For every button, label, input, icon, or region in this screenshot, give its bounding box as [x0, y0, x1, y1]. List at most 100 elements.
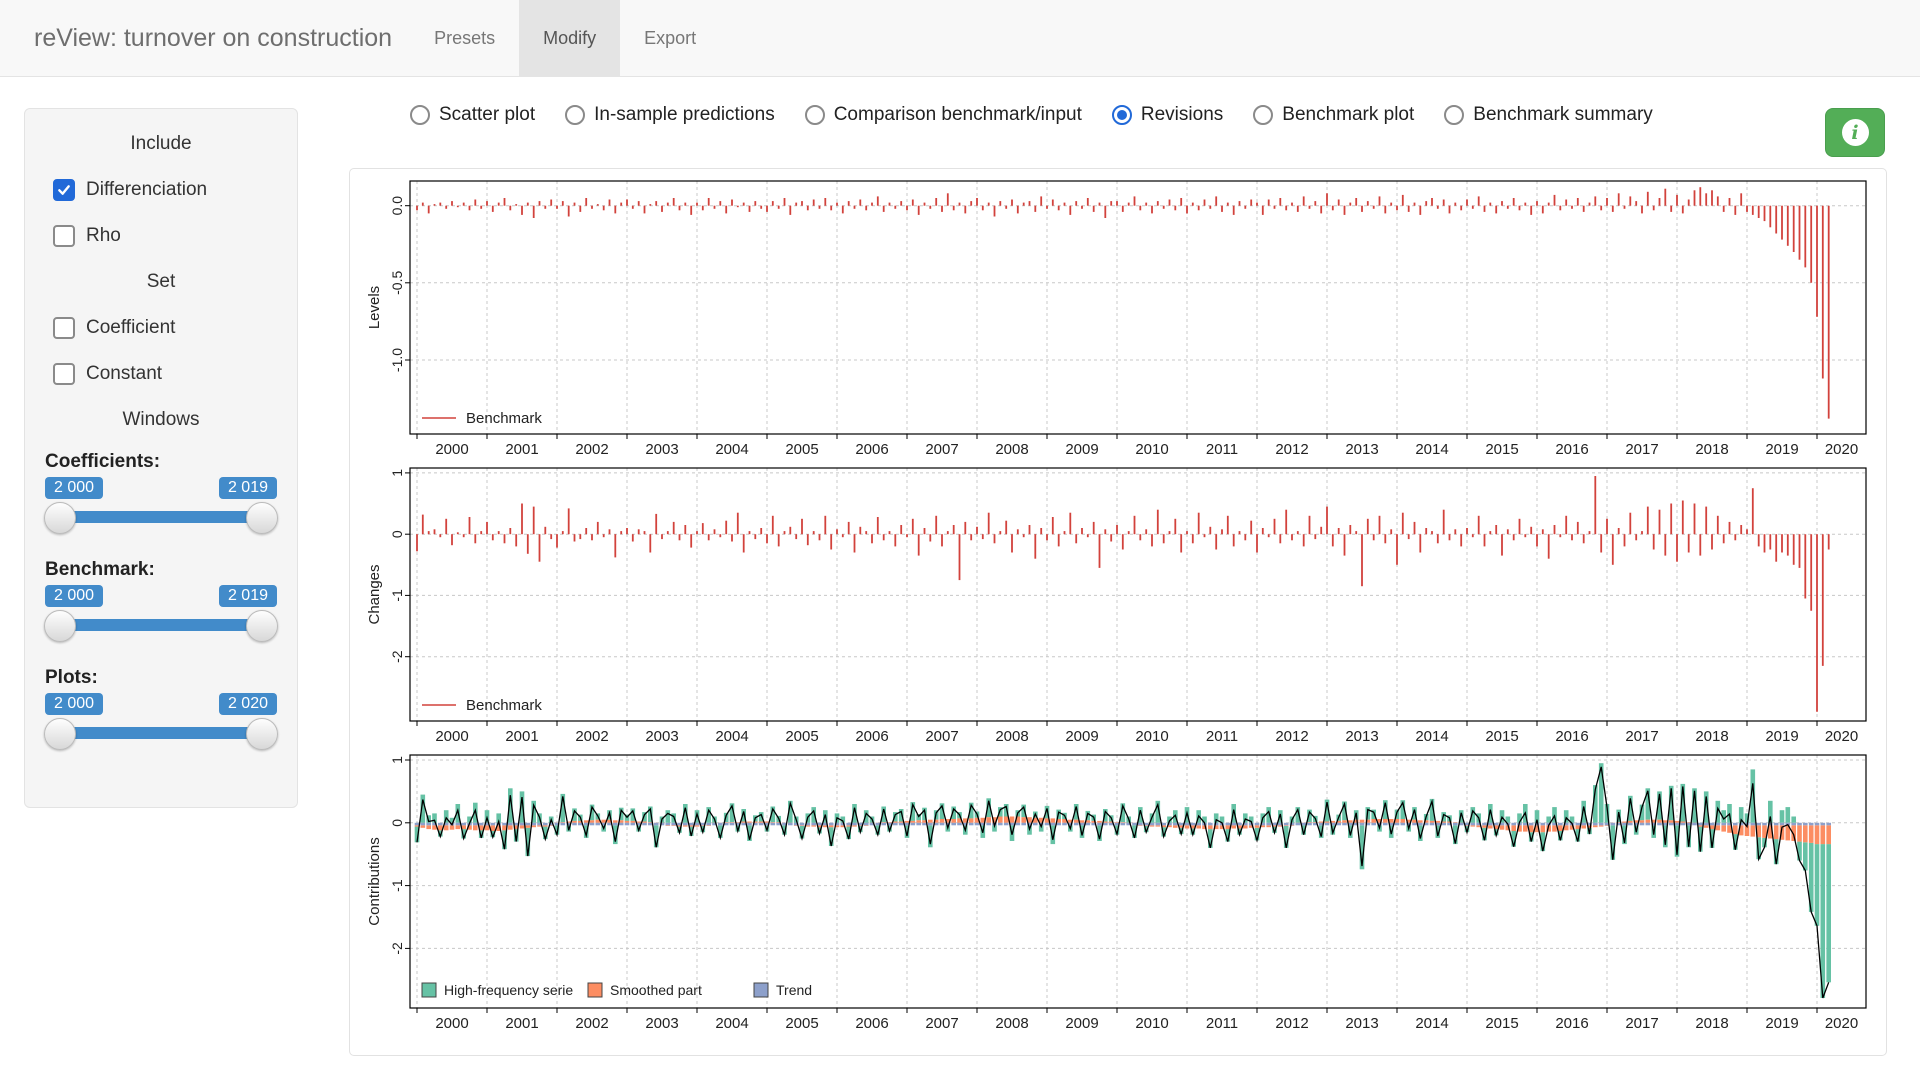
plot-type-selector: Scatter plot In-sample predictions Compa…	[410, 104, 1653, 126]
radio-icon	[565, 105, 585, 125]
radio-icon	[1253, 105, 1273, 125]
slider-active-bar[interactable]	[59, 511, 263, 523]
constant-label: Constant	[86, 363, 162, 385]
checkbox-row-differenciation[interactable]: Differenciation	[53, 179, 277, 201]
svg-text:1: 1	[389, 756, 405, 764]
svg-text:2009: 2009	[1065, 441, 1098, 458]
svg-text:2012: 2012	[1275, 1015, 1308, 1032]
contributions-chart: 2000200120022003200420052006200720082009…	[360, 749, 1876, 1036]
svg-text:2017: 2017	[1625, 1015, 1658, 1032]
plots-to-handle[interactable]	[246, 718, 278, 750]
svg-text:2009: 2009	[1065, 1015, 1098, 1032]
svg-text:2005: 2005	[785, 441, 818, 458]
coefficient-checkbox[interactable]	[53, 317, 75, 339]
svg-text:2003: 2003	[645, 728, 678, 745]
svg-text:2015: 2015	[1485, 1015, 1518, 1032]
radio-in-sample-predictions[interactable]: In-sample predictions	[565, 104, 775, 126]
plots-panel: 2000 2001 2002 2003 2004 2005 2006 2007 2008 2009…	[349, 168, 1887, 1056]
svg-text:-0.5: -0.5	[389, 271, 405, 295]
svg-text:2005: 2005	[785, 728, 818, 745]
svg-text:2006: 2006	[855, 1015, 888, 1032]
svg-text:2018: 2018	[1695, 1015, 1728, 1032]
radio-icon	[1112, 105, 1132, 125]
svg-text:2020: 2020	[1825, 728, 1858, 745]
rho-label: Rho	[86, 225, 121, 247]
benchmark-to-value: 2 019	[219, 585, 277, 607]
svg-text:2012: 2012	[1275, 728, 1308, 745]
checkbox-row-coefficient[interactable]: Coefficient	[53, 317, 277, 339]
svg-text:2020: 2020	[1825, 441, 1858, 458]
windows-heading: Windows	[45, 409, 277, 431]
svg-text:2007: 2007	[925, 1015, 958, 1032]
levels-chart: 2000200120022003200420052006200720082009…	[360, 175, 1876, 462]
svg-text:1: 1	[389, 469, 405, 477]
coefficients-from-handle[interactable]	[44, 502, 76, 534]
svg-text:2018: 2018	[1695, 728, 1728, 745]
svg-text:Benchmark: Benchmark	[466, 410, 542, 427]
svg-text:2006: 2006	[855, 728, 888, 745]
tab-export[interactable]: Export	[620, 0, 720, 76]
svg-text:-2: -2	[389, 942, 405, 955]
svg-text:2005: 2005	[785, 1015, 818, 1032]
plots-from-value: 2 000	[45, 693, 103, 715]
coefficients-range-slider[interactable]: 2 000 2 019	[45, 475, 277, 539]
svg-text:2015: 2015	[1485, 728, 1518, 745]
slider-active-bar[interactable]	[59, 619, 263, 631]
benchmark-range-slider[interactable]: 2 000 2 019	[45, 583, 277, 647]
svg-text:2008: 2008	[995, 441, 1028, 458]
svg-text:2011: 2011	[1206, 441, 1238, 458]
svg-text:2004: 2004	[715, 441, 748, 458]
svg-text:2018: 2018	[1695, 441, 1728, 458]
benchmark-from-handle[interactable]	[44, 610, 76, 642]
svg-text:2000: 2000	[435, 728, 468, 745]
svg-text:2002: 2002	[575, 1015, 608, 1032]
plots-slider-label: Plots:	[45, 667, 277, 689]
plots-to-value: 2 020	[219, 693, 277, 715]
svg-text:2010: 2010	[1135, 441, 1168, 458]
svg-text:2017: 2017	[1625, 441, 1658, 458]
svg-text:2002: 2002	[575, 441, 608, 458]
svg-text:0.0: 0.0	[389, 196, 405, 216]
constant-checkbox[interactable]	[53, 363, 75, 385]
svg-text:2014: 2014	[1415, 728, 1448, 745]
radio-revisions[interactable]: Revisions	[1112, 104, 1223, 126]
plots-range-slider[interactable]: 2 000 2 020	[45, 691, 277, 755]
changes-chart: 2000200120022003200420052006200720082009…	[360, 462, 1876, 749]
radio-icon	[1444, 105, 1464, 125]
rho-checkbox[interactable]	[53, 225, 75, 247]
coefficients-to-handle[interactable]	[246, 502, 278, 534]
svg-text:2008: 2008	[995, 728, 1028, 745]
svg-text:2010: 2010	[1135, 728, 1168, 745]
svg-text:-1: -1	[389, 879, 405, 892]
radio-benchmark-summary[interactable]: Benchmark summary	[1444, 104, 1653, 126]
coefficients-slider-label: Coefficients:	[45, 451, 277, 473]
checkbox-row-constant[interactable]: Constant	[53, 363, 277, 385]
slider-active-bar[interactable]	[59, 727, 263, 739]
radio-comparison-benchmark-input[interactable]: Comparison benchmark/input	[805, 104, 1082, 126]
radio-icon	[410, 105, 430, 125]
svg-text:2014: 2014	[1415, 1015, 1448, 1032]
svg-text:-2: -2	[389, 650, 405, 663]
info-button[interactable]: i	[1825, 108, 1885, 157]
svg-text:Contributions: Contributions	[366, 837, 383, 925]
benchmark-slider-label: Benchmark:	[45, 559, 277, 581]
differenciation-label: Differenciation	[86, 179, 207, 201]
coefficient-label: Coefficient	[86, 317, 175, 339]
plots-from-handle[interactable]	[44, 718, 76, 750]
svg-text:2003: 2003	[645, 1015, 678, 1032]
svg-text:Benchmark: Benchmark	[466, 697, 542, 714]
svg-text:2001: 2001	[505, 728, 538, 745]
checkbox-row-rho[interactable]: Rho	[53, 225, 277, 247]
tab-presets[interactable]: Presets	[410, 0, 519, 76]
differenciation-checkbox[interactable]	[53, 179, 75, 201]
svg-text:2007: 2007	[925, 728, 958, 745]
radio-benchmark-plot[interactable]: Benchmark plot	[1253, 104, 1414, 126]
tab-modify[interactable]: Modify	[519, 0, 620, 76]
benchmark-to-handle[interactable]	[246, 610, 278, 642]
svg-text:2001: 2001	[505, 1015, 538, 1032]
svg-text:2003: 2003	[645, 441, 678, 458]
svg-text:Changes: Changes	[366, 564, 383, 624]
svg-text:2019: 2019	[1765, 441, 1798, 458]
radio-scatter-plot[interactable]: Scatter plot	[410, 104, 535, 126]
svg-text:2011: 2011	[1206, 1015, 1238, 1032]
